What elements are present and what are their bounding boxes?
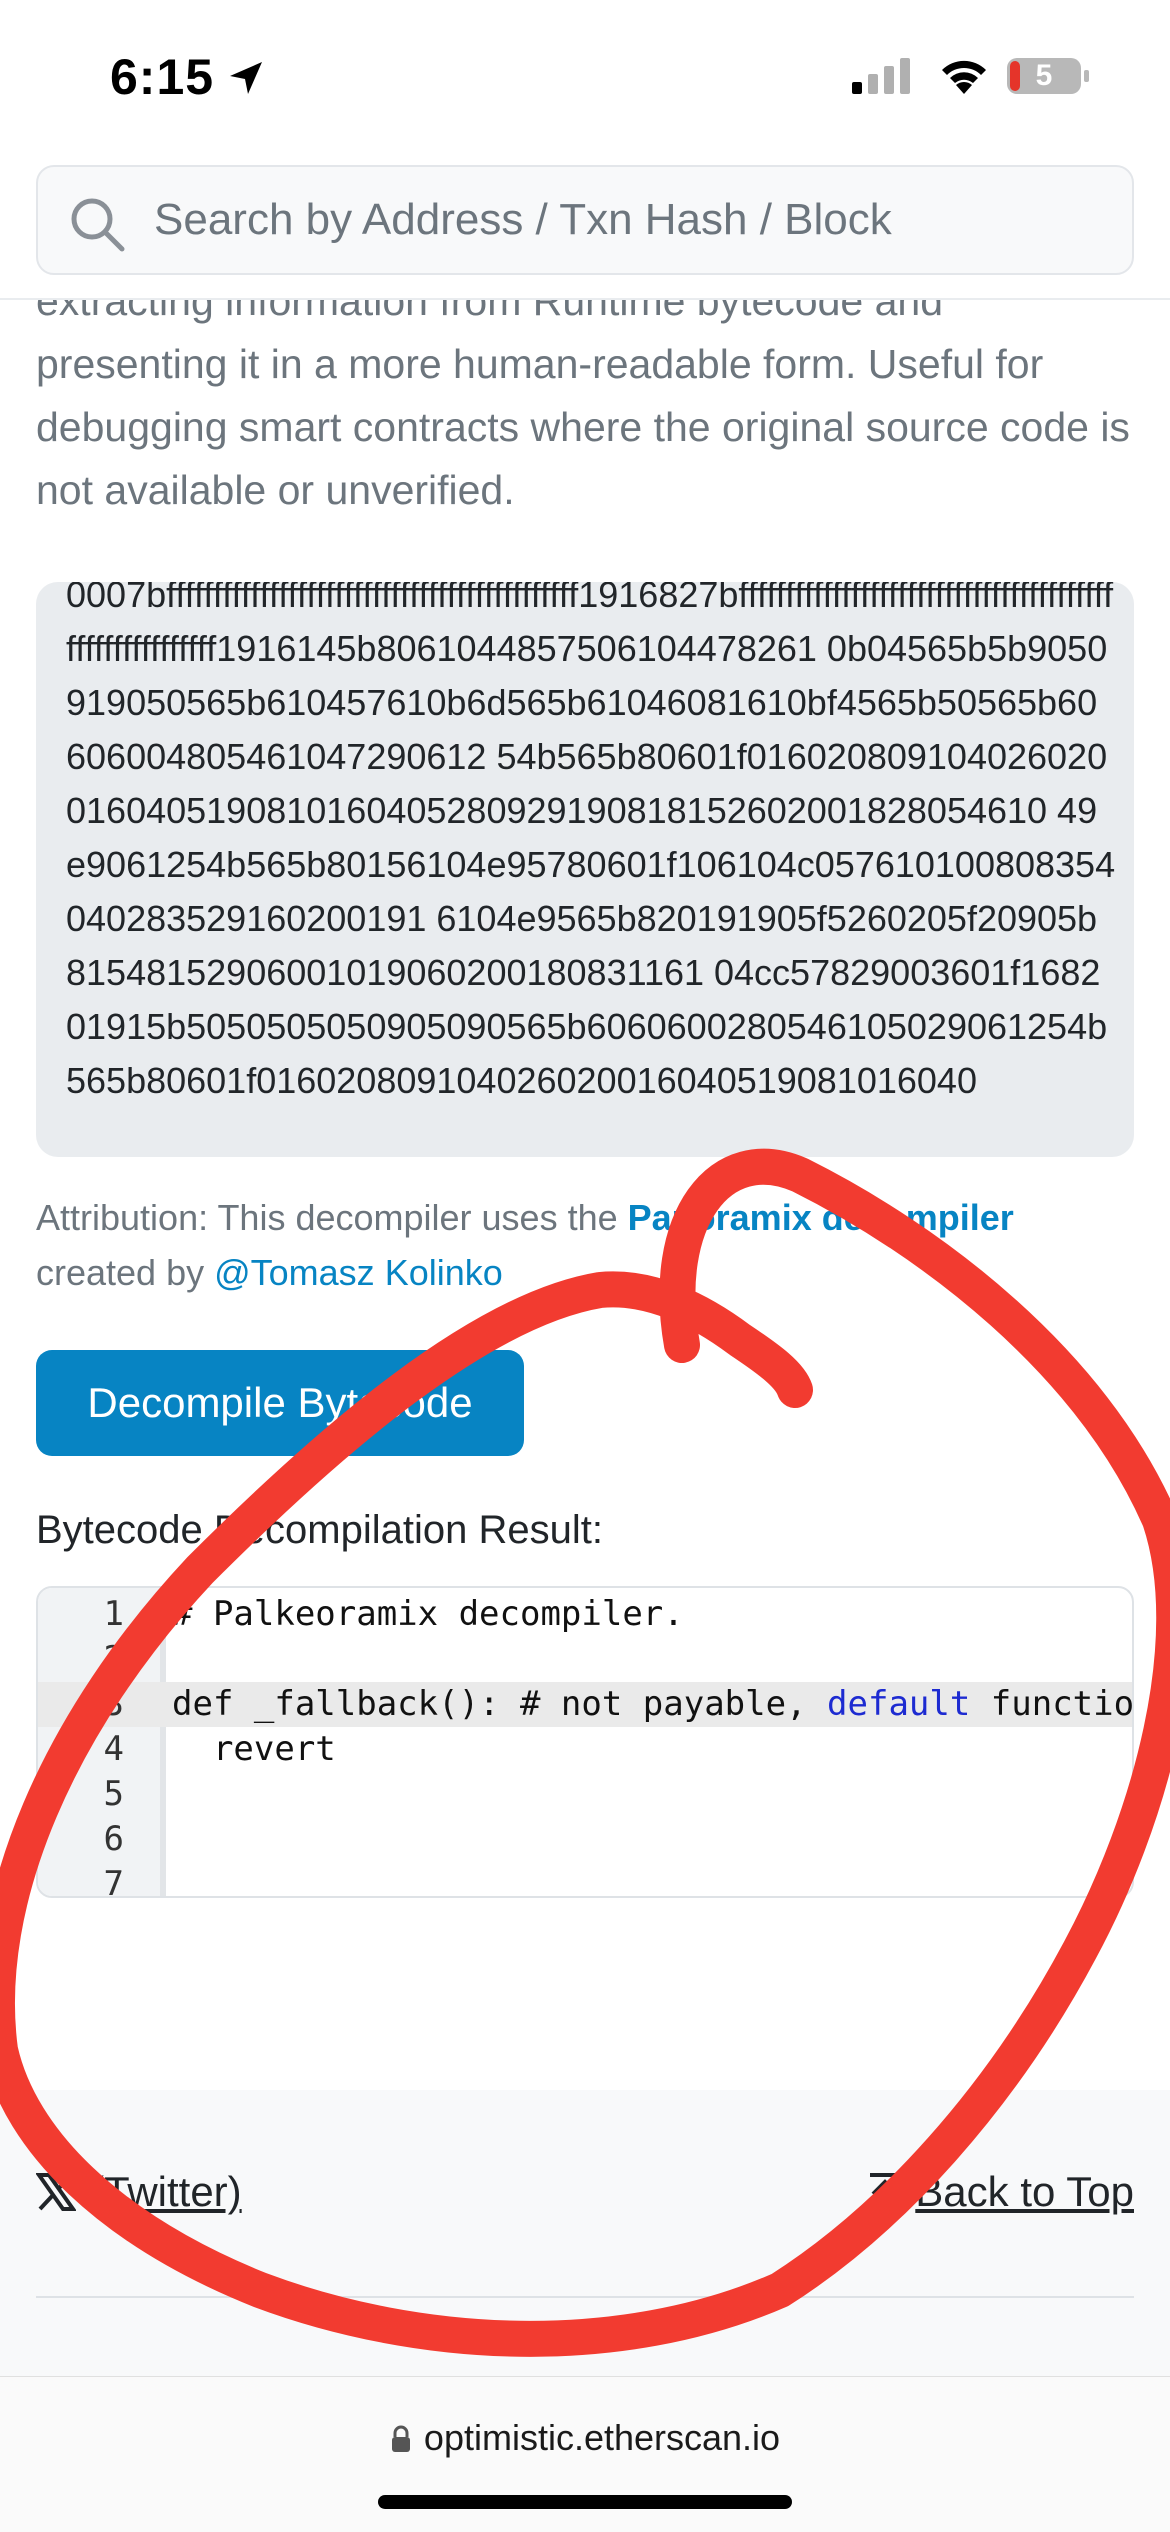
browser-url-bar[interactable]: optimistic.etherscan.io [0,2376,1170,2532]
code-line: 7 [38,1862,1132,1898]
arrow-up-to-line-icon [870,2173,901,2210]
code-line: 5 [38,1772,1132,1817]
attribution-mid: created by [36,1252,215,1293]
battery-icon: 5 [1006,56,1090,96]
code-text: # Palkeoramix decompiler. [172,1594,684,1634]
lock-icon [391,2425,410,2452]
search-icon [71,198,125,252]
decompile-bytecode-button[interactable]: Decompile Bytecode [36,1350,524,1456]
search-box[interactable] [36,165,1134,275]
page-footer: (Twitter) Back to Top [0,2090,1170,2380]
attribution-prefix: Attribution: This decompiler uses the [36,1197,628,1238]
x-logo-icon [36,2173,76,2211]
code-segment: def _fallback(): # not payable, [172,1684,828,1724]
line-number: 6 [103,1819,124,1859]
decompiler-description: extracting information from Runtime byte… [36,300,1130,513]
location-arrow-icon [230,62,262,94]
line-number: 3 [103,1684,124,1724]
author-link[interactable]: @Tomasz Kolinko [214,1252,503,1293]
footer-divider [36,2296,1134,2298]
clock-time: 6:15 [110,49,215,105]
line-number: 5 [103,1774,124,1814]
line-number: 1 [103,1594,124,1634]
code-line: 2 [38,1637,1132,1682]
code-line: 1 # Palkeoramix decompiler. [38,1592,1132,1637]
line-number: 7 [103,1864,124,1898]
code-line-active: 3 def _fallback(): # not payable, defaul… [38,1682,1134,1727]
attribution-text: Attribution: This decompiler uses the Pa… [36,1190,1136,1300]
code-editor[interactable]: 1 # Palkeoramix decompiler. 2 3 def _fal… [36,1586,1134,1898]
search-input[interactable] [154,167,934,273]
site-header [0,150,1170,300]
url-text: optimistic.etherscan.io [423,2417,781,2458]
twitter-link[interactable]: (Twitter) [36,2168,242,2216]
url-display[interactable]: optimistic.etherscan.io [0,2417,1170,2459]
twitter-label: (Twitter) [90,2168,242,2215]
line-number: 2 [103,1639,124,1679]
panoramix-link[interactable]: Panoramix decompiler [628,1197,1014,1238]
back-to-top-label: Back to Top [915,2168,1134,2215]
line-number: 4 [103,1729,124,1769]
code-line: 4 revert [38,1727,1132,1772]
bytecode-textarea[interactable]: 0007bfffffffffffffffffffffffffffffffffff… [36,582,1134,1157]
code-keyword: default [827,1684,971,1724]
result-label: Bytecode Decompilation Result: [36,1508,603,1552]
back-to-top-link[interactable]: Back to Top [867,2168,1134,2216]
home-indicator [378,2495,792,2509]
main-content: extracting information from Runtime byte… [0,300,1170,2090]
cellular-signal-icon [852,58,910,94]
bytecode-text: 0007bfffffffffffffffffffffffffffffffffff… [66,582,1116,1101]
code-segment: function [990,1684,1134,1724]
status-bar: 6:15 5 [0,0,1170,150]
code-line: 6 [38,1817,1132,1862]
wifi-icon [942,60,986,94]
code-text: revert [172,1729,336,1769]
battery-level: 5 [1035,59,1053,92]
code-text: def _fallback(): # not payable, default … [172,1682,1134,1727]
